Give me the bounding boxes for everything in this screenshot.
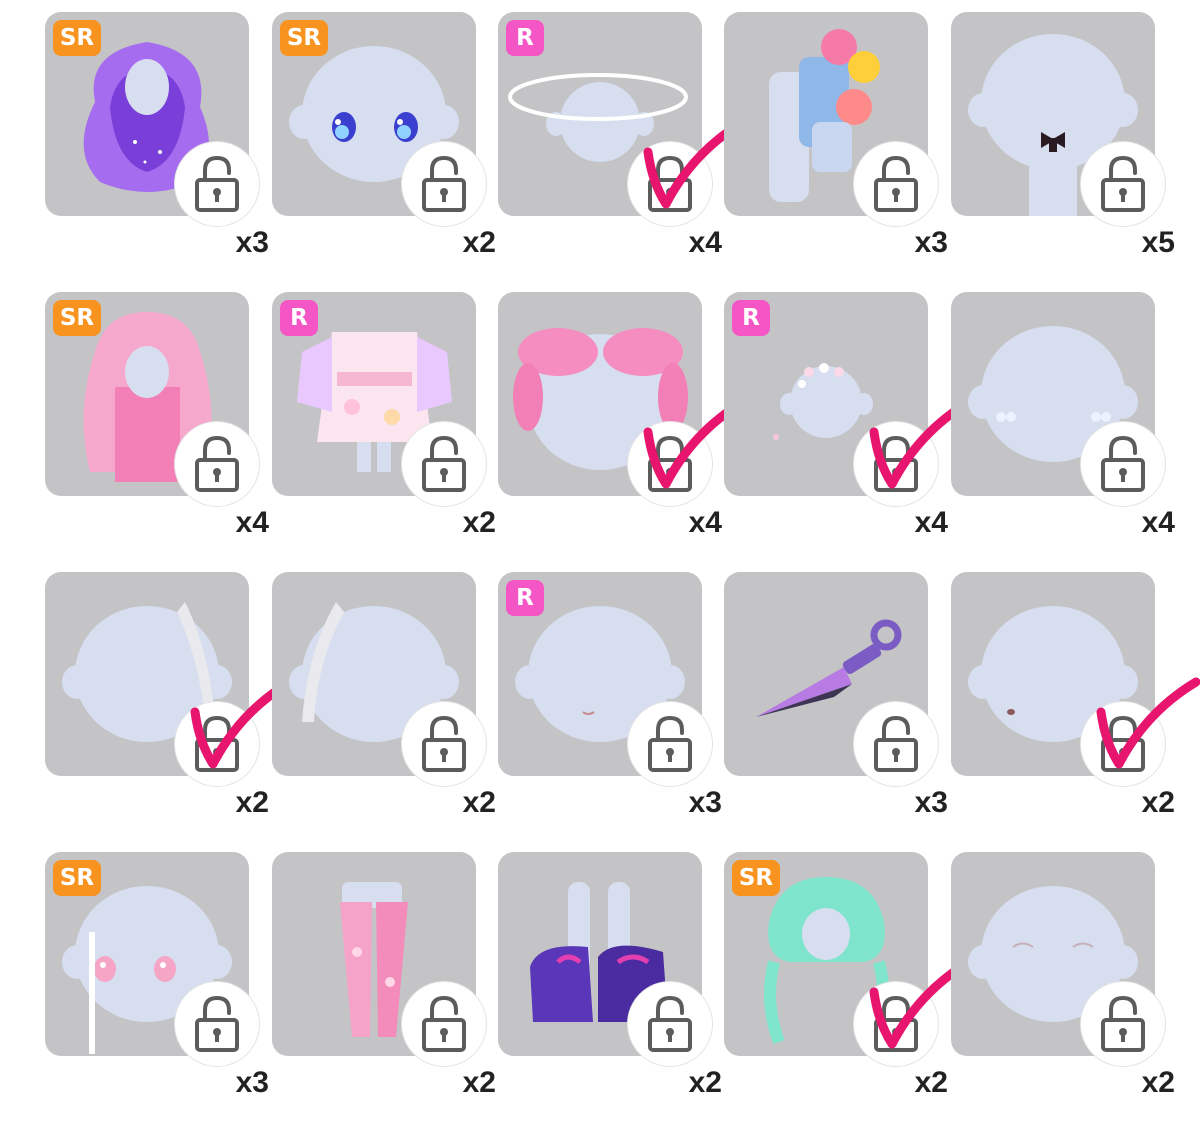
- item-count: x3: [688, 786, 722, 819]
- item-count: x2: [688, 1066, 722, 1099]
- lock-icon[interactable]: [1081, 702, 1165, 786]
- item-count: x2: [1141, 786, 1175, 819]
- lock-icon[interactable]: [175, 422, 259, 506]
- lock-icon[interactable]: [854, 982, 938, 1066]
- lock-icon[interactable]: [854, 142, 938, 226]
- item-slot: x5: [951, 12, 1177, 282]
- lock-icon[interactable]: [628, 702, 712, 786]
- item-slot: x2: [45, 572, 295, 842]
- item-count: x4: [1141, 506, 1175, 539]
- item-count: x2: [462, 1066, 496, 1099]
- item-slot: R x4: [724, 292, 974, 562]
- item-slot: SR x2: [724, 852, 974, 1122]
- item-count: x3: [914, 786, 948, 819]
- item-slot: x2: [498, 852, 724, 1122]
- item-count: x3: [235, 226, 269, 259]
- item-count: x2: [235, 786, 269, 819]
- item-slot: x3: [724, 572, 950, 842]
- item-count: x2: [1141, 1066, 1175, 1099]
- item-slot: x2: [272, 572, 498, 842]
- item-count: x3: [235, 1066, 269, 1099]
- item-count: x2: [462, 786, 496, 819]
- item-slot: x3: [724, 12, 950, 282]
- lock-icon[interactable]: [175, 982, 259, 1066]
- item-slot: SR x3: [45, 12, 271, 282]
- item-slot: x4: [951, 292, 1177, 562]
- item-count: x5: [1141, 226, 1175, 259]
- item-grid: SR x3 SR x2 R x4 x3 x5 SR x4 R x2 x4 R x…: [0, 0, 1200, 1115]
- lock-icon[interactable]: [1081, 982, 1165, 1066]
- item-slot: SR x4: [45, 292, 271, 562]
- lock-icon[interactable]: [854, 702, 938, 786]
- item-count: x3: [914, 226, 948, 259]
- lock-icon[interactable]: [175, 142, 259, 226]
- item-count: x2: [462, 506, 496, 539]
- item-slot: x2: [951, 852, 1177, 1122]
- item-slot: SR x3: [45, 852, 271, 1122]
- lock-icon[interactable]: [628, 142, 712, 226]
- item-slot: R x4: [498, 12, 748, 282]
- rarity-badge: SR: [280, 20, 328, 56]
- rarity-badge: R: [506, 580, 544, 616]
- item-slot: x4: [498, 292, 748, 562]
- rarity-badge: R: [732, 300, 770, 336]
- rarity-badge: SR: [53, 300, 101, 336]
- item-slot: R x2: [272, 292, 498, 562]
- item-slot: R x3: [498, 572, 724, 842]
- lock-icon[interactable]: [402, 702, 486, 786]
- rarity-badge: SR: [53, 860, 101, 896]
- item-count: x2: [462, 226, 496, 259]
- lock-icon[interactable]: [402, 982, 486, 1066]
- item-slot: SR x2: [272, 12, 498, 282]
- lock-icon[interactable]: [854, 422, 938, 506]
- rarity-badge: SR: [732, 860, 780, 896]
- rarity-badge: R: [280, 300, 318, 336]
- lock-icon[interactable]: [628, 422, 712, 506]
- lock-icon[interactable]: [402, 422, 486, 506]
- item-count: x4: [688, 506, 722, 539]
- rarity-badge: R: [506, 20, 544, 56]
- rarity-badge: SR: [53, 20, 101, 56]
- item-count: x2: [914, 1066, 948, 1099]
- lock-icon[interactable]: [1081, 422, 1165, 506]
- item-count: x4: [688, 226, 722, 259]
- item-count: x4: [235, 506, 269, 539]
- lock-icon[interactable]: [628, 982, 712, 1066]
- item-slot: x2: [272, 852, 498, 1122]
- item-count: x4: [914, 506, 948, 539]
- item-slot: x2: [951, 572, 1200, 842]
- lock-icon[interactable]: [175, 702, 259, 786]
- lock-icon[interactable]: [402, 142, 486, 226]
- lock-icon[interactable]: [1081, 142, 1165, 226]
